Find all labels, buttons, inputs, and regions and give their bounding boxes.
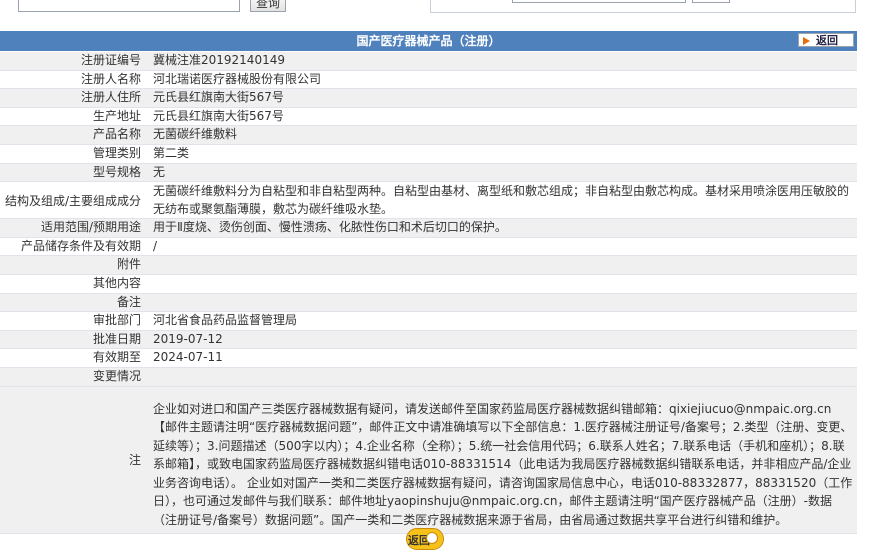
table-row: 适用范围/预期用途 用于Ⅱ度烧、烫伤创面、慢性溃疡、化脓性伤口和术后切口的保护。: [0, 219, 857, 238]
arrow-right-icon: [803, 37, 810, 45]
field-value: 用于Ⅱ度烧、烫伤创面、慢性溃疡、化脓性伤口和术后切口的保护。: [153, 220, 507, 235]
field-label: 注册证编号: [80, 53, 141, 67]
field-label: 有效期至: [92, 350, 141, 365]
page-title: 国产医疗器械产品（注册）: [356, 34, 501, 48]
table-row: 审批部门 河北省食品药品监督管理局: [0, 312, 857, 331]
table-row: 批准日期 2019-07-12: [0, 330, 857, 350]
field-value: /: [153, 238, 158, 253]
back-button-top[interactable]: 返回: [798, 33, 854, 47]
table-row: 产品名称 无菌碳纤维敷料: [0, 126, 857, 145]
field-label: 适用范围/预期用途: [40, 220, 141, 235]
field-label: 备注: [116, 294, 141, 309]
field-value: [145, 368, 857, 386]
field-label: 注册人住所: [80, 90, 141, 105]
field-label: 产品储存条件及有效期: [20, 238, 141, 253]
table-row: 注册证编号 冀械注准20192140149: [0, 52, 857, 71]
table-row: 生产地址 元氏县红旗南大街567号: [0, 108, 857, 127]
field-value: 河北省食品药品监督管理局: [153, 313, 298, 328]
field-label: 产品名称: [92, 127, 141, 142]
field-value: 无菌碳纤维敷料: [153, 127, 238, 142]
field-label: 注册人名称: [80, 71, 141, 86]
field-value: [145, 275, 857, 293]
secondary-search-input[interactable]: [512, 0, 686, 3]
field-label: 注: [128, 453, 141, 468]
back-button-top-label: 返回: [816, 34, 838, 47]
table-row: 注册人名称 河北瑞诺医疗器械股份有限公司: [0, 71, 857, 90]
field-value: 无菌碳纤维敷料分为自粘型和非自粘型两种。自粘型由基材、离型纸和敷芯组成；非自粘型…: [153, 184, 850, 217]
table-row: 管理类别 第二类: [0, 145, 857, 164]
field-value: [145, 294, 857, 312]
field-label: 其他内容: [92, 275, 141, 290]
field-value: [145, 256, 857, 274]
table-row: 附件: [0, 256, 857, 275]
field-value: 河北瑞诺医疗器械股份有限公司: [153, 71, 322, 86]
field-label: 审批部门: [92, 313, 141, 328]
secondary-search-button[interactable]: [692, 0, 730, 3]
field-value: 元氏县红旗南大街567号: [153, 90, 284, 105]
page-title-bar: 国产医疗器械产品（注册） 返回: [0, 31, 857, 51]
search-input[interactable]: [18, 0, 240, 12]
field-label: 管理类别: [92, 145, 141, 160]
field-label: 附件: [116, 257, 141, 272]
field-label: 批准日期: [92, 331, 141, 346]
table-row: 结构及组成/主要组成成分 无菌碳纤维敷料分为自粘型和非自粘型两种。自粘型由基材、离…: [0, 182, 857, 220]
top-search-bar: 查询: [0, 0, 874, 22]
table-row: 其他内容: [0, 275, 857, 294]
field-value: 2019-07-12: [153, 331, 223, 346]
table-row: 有效期至 2024-07-11: [0, 349, 857, 368]
field-value: 企业如对进口和国产三类医疗器械数据有疑问，请发送邮件至国家药监局医疗器械数据纠错…: [153, 401, 853, 527]
field-value: 元氏县红旗南大街567号: [153, 108, 284, 123]
table-row: 注企业如对进口和国产三类医疗器械数据有疑问，请发送邮件至国家药监局医疗器械数据纠…: [0, 386, 857, 534]
field-label: 型号规格: [92, 164, 141, 179]
table-row: 变更情况: [0, 367, 857, 387]
arrow-circle-icon: [426, 532, 438, 544]
field-value: 无: [153, 164, 166, 179]
table-row: 型号规格无: [0, 163, 857, 183]
table-row: 备注: [0, 293, 857, 313]
table-row: 产品储存条件及有效期 /: [0, 238, 857, 257]
field-label: 生产地址: [92, 108, 141, 123]
table-row: 注册人住所 元氏县红旗南大街567号: [0, 89, 857, 108]
field-value: 第二类: [153, 145, 190, 160]
back-button-bottom[interactable]: 返回: [406, 526, 446, 552]
field-label: 变更情况: [92, 368, 141, 383]
field-value: 2024-07-11: [153, 350, 223, 365]
detail-table: 注册证编号 冀械注准20192140149 注册人名称 河北瑞诺医疗器械股份有限公司…: [0, 52, 857, 534]
field-label: 结构及组成/主要组成成分: [4, 193, 141, 208]
search-button[interactable]: 查询: [250, 0, 286, 12]
field-value: 冀械注准20192140149: [153, 53, 285, 67]
